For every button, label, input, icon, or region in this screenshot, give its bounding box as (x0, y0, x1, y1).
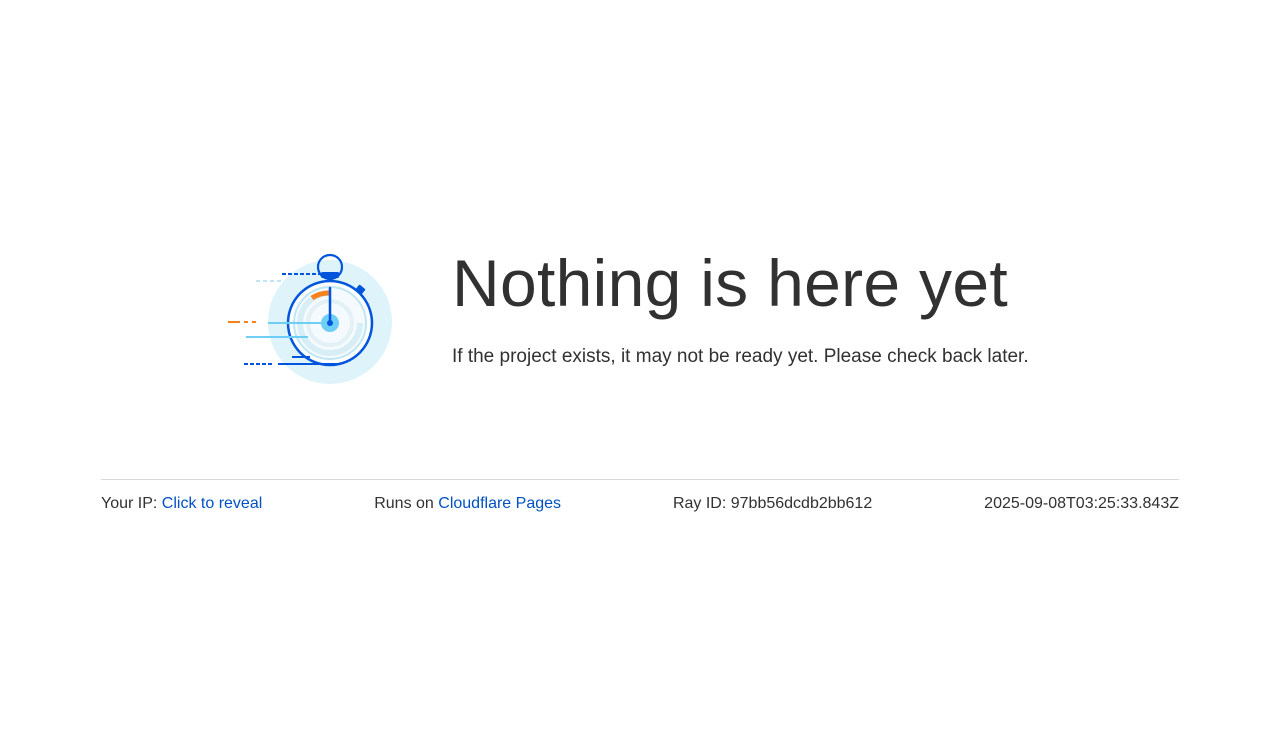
ray-id-info: Ray ID: 97bb56dcdb2bb612 (673, 495, 872, 513)
hero-text: Nothing is here yet If the project exist… (452, 250, 1029, 368)
stopwatch-icon (228, 253, 392, 384)
ip-label: Your IP: (101, 495, 158, 512)
timestamp: 2025-09-08T03:25:33.843Z (984, 495, 1179, 512)
ray-id-value: 97bb56dcdb2bb612 (730, 495, 873, 512)
hero-section: Nothing is here yet If the project exist… (226, 250, 1029, 390)
runs-on-info: Runs on Cloudflare Pages (374, 495, 561, 513)
page-subtitle: If the project exists, it may not be rea… (452, 346, 1029, 367)
ray-id-label: Ray ID: (672, 495, 727, 512)
ip-info: Your IP: Click to reveal (101, 495, 262, 513)
runs-on-label: Runs on (374, 495, 434, 512)
footer-divider (101, 479, 1179, 480)
reveal-ip-link[interactable]: Click to reveal (162, 495, 262, 512)
cloudflare-pages-link[interactable]: Cloudflare Pages (438, 495, 561, 512)
footer: Your IP: Click to reveal Runs on Cloudfl… (101, 495, 1179, 513)
error-page: Nothing is here yet If the project exist… (0, 0, 1265, 736)
page-title: Nothing is here yet (452, 246, 1009, 320)
